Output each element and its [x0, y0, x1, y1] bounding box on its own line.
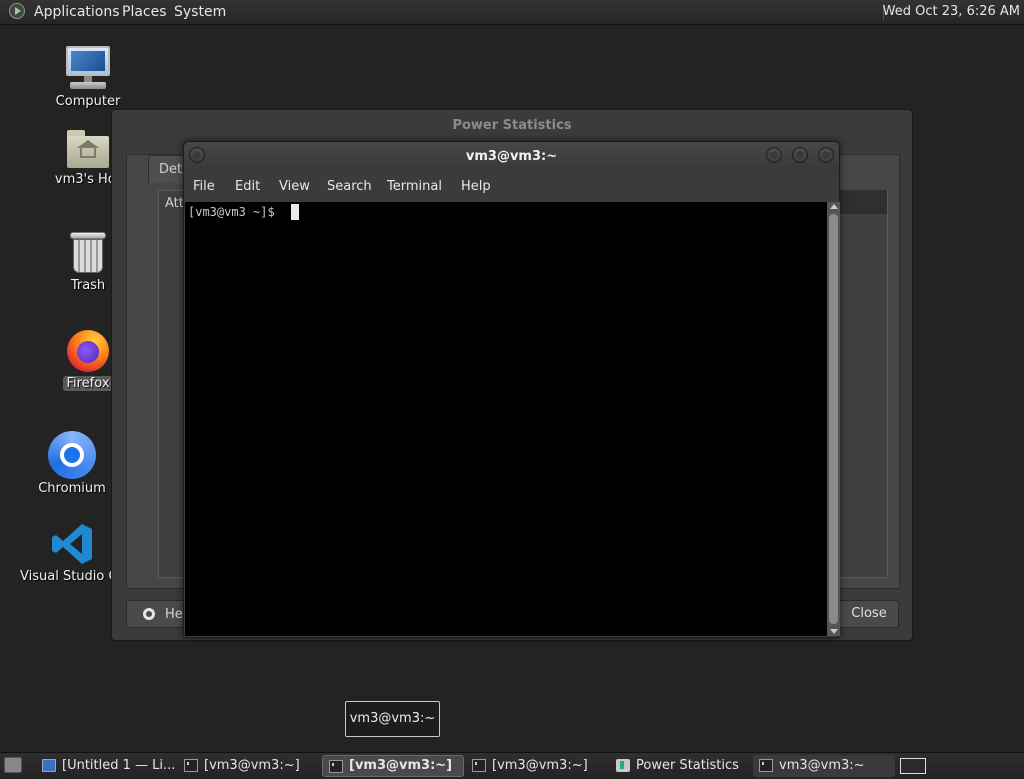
column-header-attribute[interactable]: Att — [165, 196, 184, 211]
taskbar-tooltip: vm3@vm3:~ — [345, 701, 440, 737]
firefox-icon — [65, 328, 111, 374]
text-cursor — [291, 204, 299, 220]
terminal-icon — [759, 759, 773, 772]
desktop-icon-label: Computer — [55, 94, 121, 109]
minimize-button[interactable] — [766, 147, 782, 163]
terminal-icon — [329, 760, 343, 773]
maximize-button[interactable] — [792, 147, 808, 163]
close-window-button[interactable] — [818, 147, 834, 163]
scroll-up-arrow-icon[interactable] — [830, 204, 838, 209]
tab-details[interactable]: Deta — [148, 155, 188, 183]
help-button-label: He — [165, 607, 183, 622]
scroll-down-arrow-icon[interactable] — [830, 629, 838, 634]
terminal-screen[interactable]: [vm3@vm3 ~]$ — [185, 202, 827, 636]
system-menu[interactable]: System — [174, 4, 226, 20]
menu-terminal[interactable]: Terminal — [387, 179, 442, 194]
window-title: Power Statistics — [452, 118, 572, 133]
desktop-icon-label: Chromium — [38, 481, 106, 496]
task-libreoffice[interactable]: [Untitled 1 — Li... — [36, 755, 174, 777]
clock[interactable]: Wed Oct 23, 6:26 AM — [883, 4, 1020, 19]
column-header — [839, 190, 887, 214]
help-icon — [143, 608, 155, 620]
task-label: [Untitled 1 — Li... — [62, 758, 174, 773]
menu-file[interactable]: File — [193, 179, 215, 194]
top-panel: Applications Places System Wed Oct 23, 6… — [0, 0, 1024, 25]
shell-prompt: [vm3@vm3 ~]$ — [188, 205, 282, 219]
task-terminal-1[interactable]: [vm3@vm3:~] — [178, 755, 318, 777]
menu-search[interactable]: Search — [327, 179, 372, 194]
show-desktop-icon[interactable] — [4, 757, 22, 773]
distro-logo-icon[interactable] — [9, 3, 25, 19]
workspace-switcher[interactable] — [900, 758, 926, 774]
terminal-icon — [184, 759, 198, 772]
task-label: [vm3@vm3:~] — [204, 758, 300, 773]
menu-help[interactable]: Help — [461, 179, 491, 194]
terminal-title: vm3@vm3:~ — [465, 149, 558, 164]
menu-view[interactable]: View — [279, 179, 310, 194]
computer-icon — [64, 44, 112, 92]
terminal-menubar: File Edit View Search Terminal Help — [184, 172, 839, 202]
task-label: Power Statistics — [636, 758, 739, 773]
task-terminal-3[interactable]: [vm3@vm3:~] — [466, 755, 606, 777]
terminal-scrollbar[interactable] — [827, 202, 840, 636]
trash-icon — [68, 230, 108, 276]
terminal-titlebar[interactable]: vm3@vm3:~ — [184, 142, 839, 172]
applications-menu[interactable]: Applications — [34, 4, 120, 20]
home-folder-icon — [65, 128, 111, 170]
scrollbar-thumb[interactable] — [829, 214, 838, 624]
chromium-icon — [48, 431, 96, 479]
task-terminal-4[interactable]: vm3@vm3:~ — [753, 755, 895, 777]
task-label: [vm3@vm3:~] — [492, 758, 588, 773]
terminal-icon — [472, 759, 486, 772]
menu-edit[interactable]: Edit — [235, 179, 260, 194]
task-label: vm3@vm3:~ — [779, 758, 865, 773]
desktop-icon-label: Firefox — [63, 376, 113, 391]
terminal-window[interactable]: vm3@vm3:~ File Edit View Search Terminal… — [183, 141, 840, 638]
task-terminal-2[interactable]: [vm3@vm3:~] — [322, 755, 464, 777]
task-power-statistics[interactable]: Power Statistics — [610, 755, 750, 777]
close-button[interactable]: Close — [839, 600, 899, 628]
document-icon — [42, 759, 56, 772]
power-statistics-icon — [616, 759, 630, 772]
desktop-icon-computer[interactable]: Computer — [33, 44, 143, 109]
vscode-icon — [49, 521, 95, 567]
task-label: [vm3@vm3:~] — [349, 758, 453, 773]
places-menu[interactable]: Places — [122, 4, 167, 20]
bottom-taskbar: [Untitled 1 — Li... [vm3@vm3:~] [vm3@vm3… — [0, 752, 1024, 779]
desktop-icon-label: Trash — [70, 278, 106, 293]
